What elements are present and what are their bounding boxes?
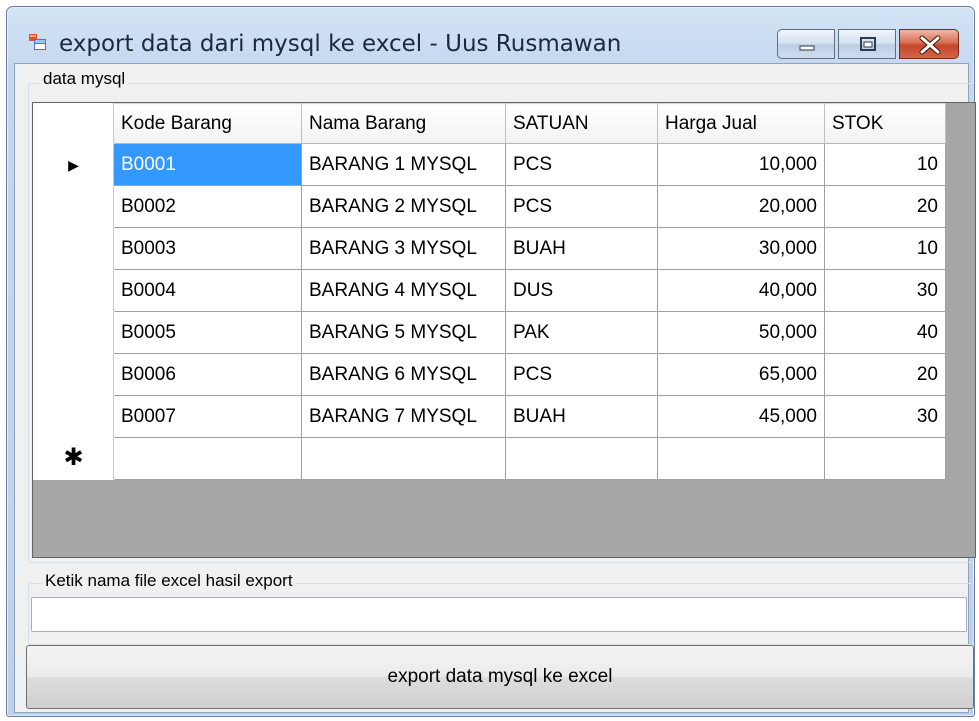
- grid-cell[interactable]: 30: [824, 269, 946, 312]
- grid-cell[interactable]: BARANG 3 MYSQL: [301, 227, 506, 270]
- title-bar[interactable]: export data dari mysql ke excel - Uus Ru…: [7, 7, 974, 63]
- grid-cell[interactable]: 10,000: [657, 143, 825, 186]
- windows-form-icon: [29, 34, 46, 50]
- row-header[interactable]: ✱: [33, 437, 114, 480]
- grid-header-row: Kode Barang Nama Barang SATUAN Harga Jua…: [33, 103, 946, 144]
- table-row[interactable]: B0007 BARANG 7 MYSQL BUAH 45,000 30: [33, 395, 946, 438]
- row-header[interactable]: [33, 395, 114, 438]
- grid-cell[interactable]: BARANG 1 MYSQL: [301, 143, 506, 186]
- grid-cell[interactable]: B0005: [113, 311, 302, 354]
- grid-cell[interactable]: B0006: [113, 353, 302, 396]
- row-header[interactable]: [33, 311, 114, 354]
- table-row[interactable]: B0003 BARANG 3 MYSQL BUAH 30,000 10: [33, 227, 946, 270]
- grid-cell[interactable]: 30: [824, 395, 946, 438]
- maximize-button[interactable]: [838, 29, 896, 59]
- data-mysql-group-label: data mysql: [40, 69, 129, 89]
- grid-cell[interactable]: BARANG 6 MYSQL: [301, 353, 506, 396]
- grid-cell[interactable]: PAK: [505, 311, 658, 354]
- grid-cell[interactable]: BARANG 4 MYSQL: [301, 269, 506, 312]
- export-button[interactable]: export data mysql ke excel: [26, 645, 974, 709]
- grid-cell[interactable]: 10: [824, 227, 946, 270]
- grid-cell[interactable]: 50,000: [657, 311, 825, 354]
- column-header-nama-barang[interactable]: Nama Barang: [301, 103, 506, 144]
- window-title: export data dari mysql ke excel - Uus Ru…: [59, 31, 622, 57]
- grid-cell[interactable]: 10: [824, 143, 946, 186]
- column-header-kode-barang[interactable]: Kode Barang: [113, 103, 302, 144]
- grid-cell[interactable]: B0004: [113, 269, 302, 312]
- grid-cell[interactable]: 20,000: [657, 185, 825, 228]
- grid-cell[interactable]: B0007: [113, 395, 302, 438]
- minimize-icon: [799, 45, 815, 51]
- grid-cell-selected[interactable]: B0001: [113, 143, 302, 186]
- row-header[interactable]: ▶: [33, 143, 114, 186]
- grid-cell[interactable]: 40,000: [657, 269, 825, 312]
- grid-cell[interactable]: BUAH: [505, 227, 658, 270]
- grid-cell[interactable]: 65,000: [657, 353, 825, 396]
- column-header-satuan[interactable]: SATUAN: [505, 103, 658, 144]
- grid-cell[interactable]: B0002: [113, 185, 302, 228]
- grid-cell[interactable]: 30,000: [657, 227, 825, 270]
- grid-cell[interactable]: 40: [824, 311, 946, 354]
- table-row[interactable]: B0004 BARANG 4 MYSQL DUS 40,000 30: [33, 269, 946, 312]
- grid-cell[interactable]: PCS: [505, 353, 658, 396]
- minimize-button[interactable]: [777, 29, 835, 59]
- grid-cell[interactable]: BARANG 5 MYSQL: [301, 311, 506, 354]
- grid-cell[interactable]: BARANG 2 MYSQL: [301, 185, 506, 228]
- table-row[interactable]: ▶ B0001 BARANG 1 MYSQL PCS 10,000 10: [33, 143, 946, 186]
- grid-table: Kode Barang Nama Barang SATUAN Harga Jua…: [33, 103, 946, 480]
- grid-cell[interactable]: PCS: [505, 143, 658, 186]
- close-button[interactable]: [899, 29, 959, 59]
- row-header[interactable]: [33, 185, 114, 228]
- grid-cell[interactable]: 45,000: [657, 395, 825, 438]
- table-row[interactable]: B0005 BARANG 5 MYSQL PAK 50,000 40: [33, 311, 946, 354]
- row-header[interactable]: [33, 353, 114, 396]
- new-row[interactable]: ✱: [33, 437, 946, 480]
- grid-cell[interactable]: [301, 437, 506, 480]
- grid-cell[interactable]: [824, 437, 946, 480]
- grid-cell[interactable]: 20: [824, 185, 946, 228]
- row-header[interactable]: [33, 227, 114, 270]
- grid-cell[interactable]: 20: [824, 353, 946, 396]
- filename-group-label: Ketik nama file excel hasil export: [42, 571, 296, 591]
- column-header-stok[interactable]: STOK: [824, 103, 946, 144]
- grid-cell[interactable]: [505, 437, 658, 480]
- table-row[interactable]: B0006 BARANG 6 MYSQL PCS 65,000 20: [33, 353, 946, 396]
- excel-filename-input[interactable]: [31, 597, 967, 632]
- mysql-data-grid[interactable]: Kode Barang Nama Barang SATUAN Harga Jua…: [32, 102, 976, 558]
- maximize-icon: [860, 37, 876, 51]
- current-row-arrow-icon: ▶: [68, 156, 79, 173]
- new-row-asterisk-icon: ✱: [63, 444, 84, 471]
- grid-cell[interactable]: BUAH: [505, 395, 658, 438]
- column-header-harga-jual[interactable]: Harga Jual: [657, 103, 825, 144]
- grid-cell[interactable]: B0003: [113, 227, 302, 270]
- grid-cell[interactable]: PCS: [505, 185, 658, 228]
- grid-corner-header[interactable]: [33, 103, 114, 144]
- table-row[interactable]: B0002 BARANG 2 MYSQL PCS 20,000 20: [33, 185, 946, 228]
- grid-cell[interactable]: BARANG 7 MYSQL: [301, 395, 506, 438]
- grid-cell[interactable]: [113, 437, 302, 480]
- grid-cell[interactable]: DUS: [505, 269, 658, 312]
- grid-cell[interactable]: [657, 437, 825, 480]
- close-icon: [919, 35, 941, 55]
- row-header[interactable]: [33, 269, 114, 312]
- app-window: export data dari mysql ke excel - Uus Ru…: [6, 6, 976, 717]
